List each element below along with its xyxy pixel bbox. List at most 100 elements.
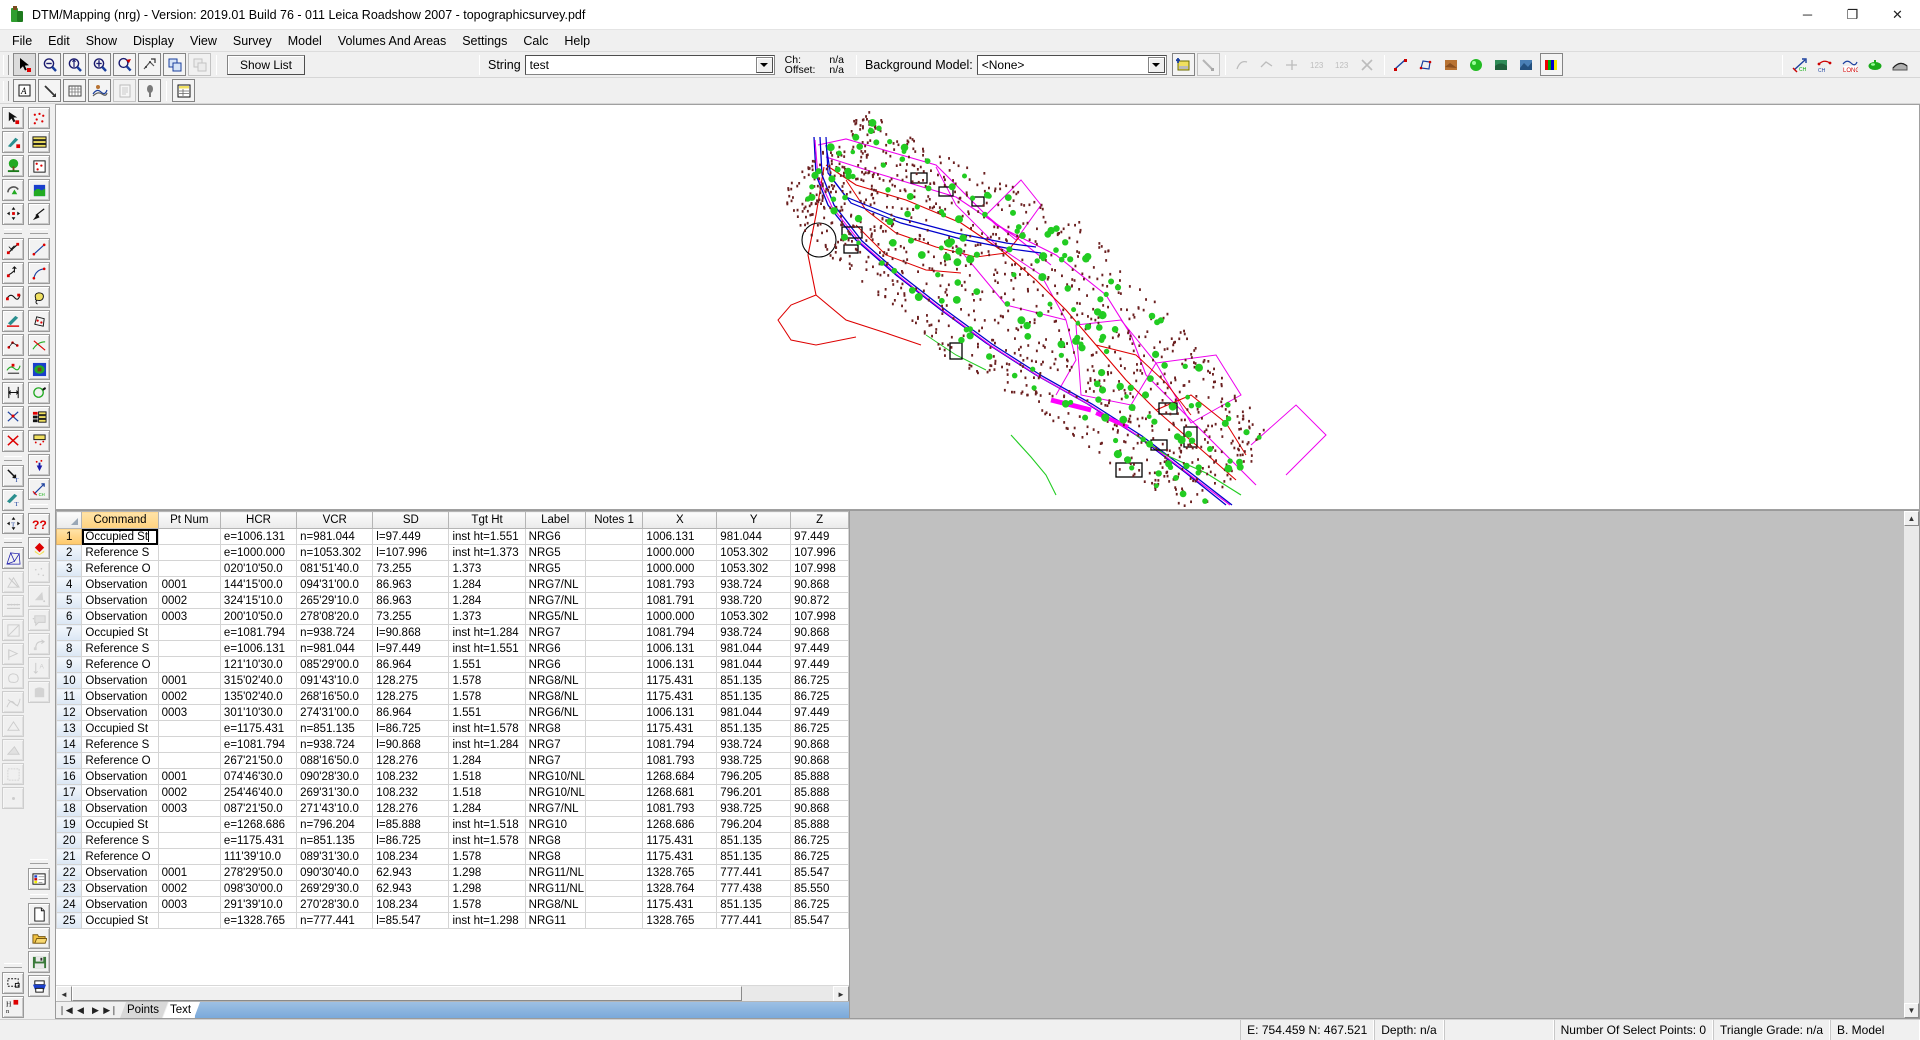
row-header[interactable]: 21 [56,848,83,865]
cell-x[interactable]: 1268.684 [642,768,718,785]
cell-hcr[interactable]: e=1081.794 [219,624,298,641]
cell-pt-num[interactable]: 0001 [157,576,221,593]
cell-notes-1[interactable] [584,672,644,689]
cell-pt-num[interactable] [157,912,221,929]
scatter-points-icon[interactable] [28,107,50,129]
add-line-point-icon[interactable] [2,237,24,260]
cell-hcr[interactable]: 074'46'30.0 [219,768,298,785]
tile-windows-icon[interactable] [163,53,186,76]
cell-notes-1[interactable] [584,720,644,737]
row-header[interactable]: 12 [56,704,83,721]
column-header-pt-num[interactable]: Pt Num [157,511,221,529]
shade-icon[interactable] [1465,53,1488,76]
cell-pt-num[interactable]: 0002 [157,688,221,705]
show-list-button[interactable]: Show List [227,54,305,75]
table-row[interactable]: 17 Observation 0002 254'46'40.0 269'31'30.0 1… [56,784,849,801]
cell-label[interactable]: NRG10/NL [524,784,586,801]
cell-pt-num[interactable] [157,640,221,657]
cell-x[interactable]: 1175.431 [642,848,718,865]
cell-notes-1[interactable] [584,544,644,561]
cell-command[interactable]: Observation [81,864,159,881]
cell-pt-num[interactable]: 0002 [157,784,221,801]
cell-hcr[interactable]: e=1175.431 [219,720,298,737]
cell-hcr[interactable]: e=1006.131 [219,640,298,657]
cell-notes-1[interactable] [584,656,644,673]
zoom-out-icon[interactable] [38,53,61,76]
cell-x[interactable]: 1175.431 [642,688,718,705]
cell-label[interactable]: NRG7 [524,624,586,641]
select-point-icon[interactable] [2,107,24,129]
cell-label[interactable]: NRG5/NL [524,608,586,625]
cell-notes-1[interactable] [584,608,644,625]
legend-icon[interactable] [28,406,50,428]
cell-sd[interactable]: 108.234 [372,896,450,913]
cell-sd[interactable]: l=85.547 [372,912,450,929]
cell-vcr[interactable]: 270'28'30.0 [296,896,374,913]
cell-hcr[interactable]: 087'21'50.0 [219,800,298,817]
cell-tgt-ht[interactable]: 1.578 [448,672,526,689]
cell-sd[interactable]: l=97.449 [372,528,450,545]
table-view-icon[interactable] [172,79,195,102]
row-header[interactable]: 16 [56,768,83,785]
table-row[interactable]: 19 Occupied St e=1268.686 n=796.204 l=85.888… [56,816,849,833]
query-icon[interactable]: ?? [28,513,50,535]
cell-sd[interactable]: l=86.725 [372,720,450,737]
cell-z[interactable]: 90.868 [790,736,849,753]
cell-z[interactable]: 97.449 [790,704,849,721]
cell-z[interactable]: 85.888 [790,816,849,833]
cell-z[interactable]: 86.725 [790,896,849,913]
cell-pt-num[interactable]: 0003 [157,608,221,625]
cell-pt-num[interactable]: 0001 [157,864,221,881]
cell-label[interactable]: NRG8 [524,720,586,737]
cell-z[interactable]: 97.449 [790,528,849,545]
cell-z[interactable]: 86.725 [790,720,849,737]
cell-tgt-ht[interactable]: 1.298 [448,880,526,897]
cell-label[interactable]: NRG8/NL [524,672,586,689]
cell-z[interactable]: 90.868 [790,800,849,817]
cell-command[interactable]: Observation [81,768,159,785]
grid-horizontal-scrollbar[interactable]: ◄ ► [56,985,849,1002]
wand-point-icon[interactable] [2,130,24,153]
arc-point-icon[interactable] [2,178,24,201]
cell-tgt-ht[interactable]: 1.578 [448,848,526,865]
cell-pt-num[interactable]: 0001 [157,768,221,785]
cell-tgt-ht[interactable]: 1.284 [448,752,526,769]
cell-hcr[interactable]: e=1006.131 [219,528,298,545]
cell-y[interactable]: 851.135 [716,848,792,865]
cell-notes-1[interactable] [584,528,644,545]
cell-sd[interactable]: 86.963 [372,576,450,593]
cell-tgt-ht[interactable]: 1.373 [448,608,526,625]
row-header[interactable]: 5 [56,592,83,609]
maximize-button[interactable]: ❐ [1830,0,1875,30]
row-header[interactable]: 15 [56,752,83,769]
save-file-icon[interactable] [28,951,50,973]
lasso-icon[interactable] [28,286,50,308]
cell-sd[interactable]: l=90.868 [372,736,450,753]
next-sheet-button[interactable]: ▶ [88,1003,103,1018]
cell-x[interactable]: 1006.131 [642,656,718,673]
delete-line-icon[interactable] [2,429,24,452]
cell-command[interactable]: Occupied St [81,528,159,545]
cell-x[interactable]: 1328.765 [642,864,718,881]
row-header[interactable]: 20 [56,832,83,849]
cell-label[interactable]: NRG7/NL [524,576,586,593]
cell-y[interactable]: 851.135 [716,832,792,849]
column-header-vcr[interactable]: VCR [296,511,374,529]
cell-y[interactable]: 851.135 [716,896,792,913]
cell-notes-1[interactable] [584,736,644,753]
table-row[interactable]: 23 Observation 0002 098'30'00.0 269'29'30.0 6… [56,880,849,897]
cell-vcr[interactable]: 271'43'10.0 [296,800,374,817]
cell-y[interactable]: 938.725 [716,800,792,817]
column-header-sd[interactable]: SD [372,511,450,529]
cell-sd[interactable]: 73.255 [372,560,450,577]
cell-vcr[interactable]: 278'08'20.0 [296,608,374,625]
cell-tgt-ht[interactable]: 1.284 [448,592,526,609]
cell-sd[interactable]: 86.964 [372,656,450,673]
cell-tgt-ht[interactable]: 1.518 [448,768,526,785]
row-header[interactable]: 1 [56,528,83,545]
cell-hcr[interactable]: e=1081.794 [219,736,298,753]
open-file-icon[interactable] [28,927,50,949]
cell-vcr[interactable]: 085'29'00.0 [296,656,374,673]
row-header[interactable]: 13 [56,720,83,737]
menu-item-settings[interactable]: Settings [454,32,515,50]
